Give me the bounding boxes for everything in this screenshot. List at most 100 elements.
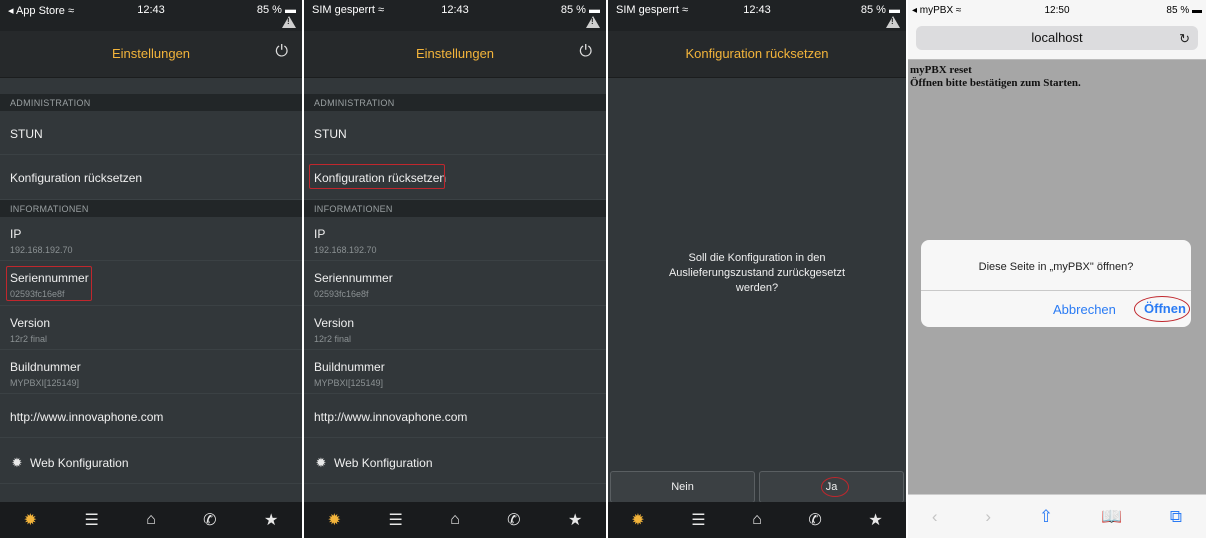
home-tab-icon[interactable]: ⌂ [752, 511, 762, 529]
settings-tab-icon[interactable]: ✹ [24, 510, 37, 530]
row-value: 02593fc16e8f [314, 289, 369, 299]
row-url[interactable]: http://www.innovaphone.com [0, 394, 302, 438]
row-version: Version 12r2 final [304, 306, 606, 350]
tab-bar: ✹ ☰ ⌂ ✆ ★ [304, 502, 606, 538]
section-header-admin: ADMINISTRATION [0, 94, 302, 111]
row-label: http://www.innovaphone.com [314, 410, 468, 424]
alert-divider [921, 290, 1191, 291]
no-button[interactable]: Nein [610, 471, 755, 503]
row-build: Buildnummer MYPBXI[125149] [304, 350, 606, 394]
status-bar: ◂ App Store ≈ 12:43 85 % ▬ [0, 0, 302, 31]
confirm-buttons: Nein Ja [608, 471, 906, 503]
section-header-info: INFORMATIONEN [0, 200, 302, 217]
row-value: MYPBXI[125149] [10, 378, 80, 388]
nav-bar: Einstellungen ⏻ [304, 31, 606, 78]
row-label: STUN [10, 127, 43, 141]
back-icon[interactable]: ‹ [932, 507, 938, 527]
gear-icon: ✹ [11, 455, 23, 470]
warning-icon [282, 16, 296, 28]
settings-tab-icon[interactable]: ✹ [631, 510, 644, 530]
row-label: Buildnummer [10, 360, 81, 374]
page-heading: myPBX reset [910, 64, 972, 76]
star-tab-icon[interactable]: ★ [264, 510, 278, 530]
row-label: Web Konfiguration [334, 456, 433, 470]
yes-button[interactable]: Ja [759, 471, 904, 503]
row-serial: Seriennummer 02593fc16e8f [304, 261, 606, 306]
row-stun[interactable]: STUN [0, 111, 302, 155]
warning-icon [586, 16, 600, 28]
status-battery: 85 % ▬ [1166, 5, 1202, 16]
row-label: STUN [314, 127, 347, 141]
status-bar: SIM gesperrt ≈ 12:43 85 % ▬ [304, 0, 606, 31]
alert-message: Diese Seite in „myPBX" öffnen? [978, 261, 1134, 273]
row-stun[interactable]: STUN [304, 111, 606, 155]
phone-tab-icon[interactable]: ✆ [203, 510, 216, 530]
highlight-box [6, 266, 92, 301]
row-label: Version [10, 316, 51, 330]
row-url[interactable]: http://www.innovaphone.com [304, 394, 606, 438]
row-config-reset[interactable]: Konfiguration rücksetzen [0, 155, 302, 200]
star-tab-icon[interactable]: ★ [868, 510, 882, 530]
row-label: IP [314, 227, 326, 241]
status-bar: ◂ myPBX ≈ 12:50 85 % ▬ [908, 0, 1206, 21]
row-value: 192.168.192.70 [10, 245, 73, 255]
highlight-circle [1134, 296, 1190, 322]
status-battery: 85 % ▬ [560, 4, 600, 16]
browser-toolbar: ‹ › ⇧ 📖 ⧉ [908, 494, 1206, 538]
share-icon[interactable]: ⇧ [1039, 507, 1053, 527]
page-title: Konfiguration rücksetzen [685, 46, 829, 61]
row-config-reset[interactable]: Konfiguration rücksetzen [304, 155, 606, 200]
home-tab-icon[interactable]: ⌂ [146, 511, 156, 529]
row-label: Konfiguration rücksetzen [10, 171, 143, 185]
gear-icon: ✹ [315, 455, 327, 470]
section-header-info: INFORMATIONEN [304, 200, 606, 217]
address-bar: localhost ↻ [908, 21, 1206, 60]
row-label: Seriennummer [314, 271, 393, 285]
row-label: Version [314, 316, 355, 330]
nav-bar: Einstellungen ⏻ [0, 31, 302, 78]
row-build: Buildnummer MYPBXI[125149] [0, 350, 302, 394]
power-icon[interactable]: ⏻ [579, 43, 592, 61]
nav-bar: Konfiguration rücksetzen [608, 31, 906, 78]
row-web-config[interactable]: ✹ Web Konfiguration [0, 438, 302, 484]
settings-tab-icon[interactable]: ✹ [328, 510, 341, 530]
row-value: MYPBXI[125149] [314, 378, 384, 388]
page-instruction: Öffnen bitte bestätigen zum Starten. [910, 77, 1081, 89]
settings-screen-2: SIM gesperrt ≈ 12:43 85 % ▬ Einstellunge… [304, 0, 606, 538]
highlight-box [309, 164, 445, 189]
home-tab-icon[interactable]: ⌂ [450, 511, 460, 529]
tabs-icon[interactable]: ⧉ [1170, 507, 1182, 527]
tab-bar: ✹ ☰ ⌂ ✆ ★ [0, 502, 302, 538]
row-serial: Seriennummer 02593fc16e8f [0, 261, 302, 306]
page-content: myPBX reset Öffnen bitte bestätigen zum … [910, 64, 1081, 90]
list-tab-icon[interactable]: ☰ [691, 510, 705, 530]
forward-icon[interactable]: › [985, 507, 991, 527]
row-version: Version 12r2 final [0, 306, 302, 350]
settings-screen-1: ◂ App Store ≈ 12:43 85 % ▬ Einstellungen… [0, 0, 302, 538]
open-app-alert: Diese Seite in „myPBX" öffnen? Abbrechen… [921, 240, 1191, 327]
bookmarks-icon[interactable]: 📖 [1101, 507, 1122, 527]
status-battery: 85 % ▬ [860, 4, 900, 16]
row-label: Web Konfiguration [30, 456, 129, 470]
row-ip: IP 192.168.192.70 [304, 217, 606, 261]
row-label: http://www.innovaphone.com [10, 410, 164, 424]
settings-list: ADMINISTRATION STUN Konfiguration rückse… [0, 78, 302, 484]
row-ip: IP 192.168.192.70 [0, 217, 302, 261]
reload-icon[interactable]: ↻ [1179, 31, 1190, 47]
power-icon[interactable]: ⏻ [275, 43, 288, 61]
row-web-config[interactable]: ✹ Web Konfiguration [304, 438, 606, 484]
reset-confirm-screen: SIM gesperrt ≈ 12:43 85 % ▬ Konfiguratio… [608, 0, 906, 538]
status-time: 12:50 [1044, 5, 1070, 16]
list-tab-icon[interactable]: ☰ [388, 510, 402, 530]
warning-icon [886, 16, 900, 28]
section-header-admin: ADMINISTRATION [304, 94, 606, 111]
page-title: Einstellungen [111, 46, 191, 61]
cancel-button[interactable]: Abbrechen [1053, 302, 1116, 317]
url-field[interactable]: localhost [916, 26, 1198, 50]
page-title: Einstellungen [415, 46, 495, 61]
row-label: Buildnummer [314, 360, 385, 374]
star-tab-icon[interactable]: ★ [568, 510, 582, 530]
list-tab-icon[interactable]: ☰ [84, 510, 98, 530]
phone-tab-icon[interactable]: ✆ [507, 510, 520, 530]
phone-tab-icon[interactable]: ✆ [808, 510, 821, 530]
